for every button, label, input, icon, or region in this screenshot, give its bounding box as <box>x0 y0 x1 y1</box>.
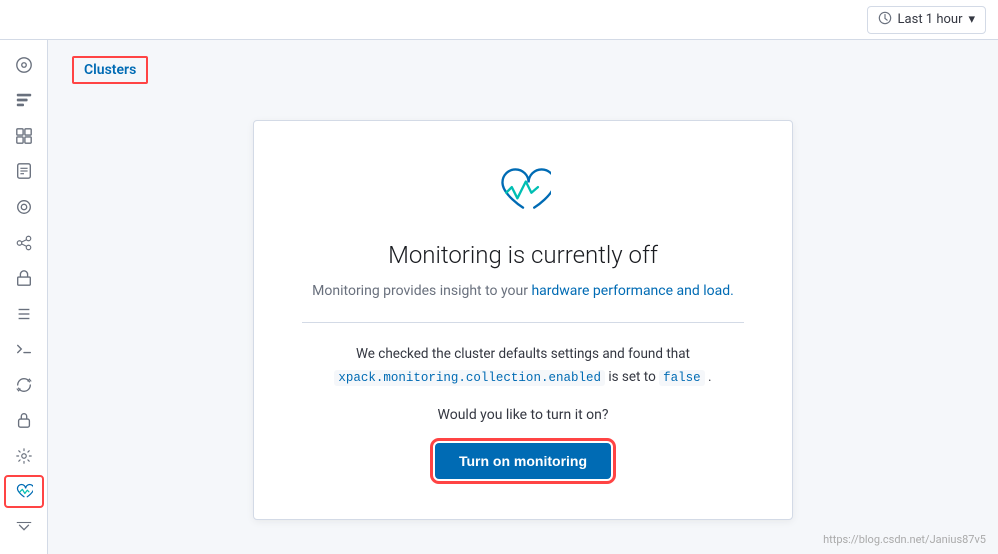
sidebar-item-list[interactable] <box>4 297 44 331</box>
monitoring-card: Monitoring is currently off Monitoring p… <box>253 120 793 520</box>
sidebar-item-logs[interactable] <box>4 155 44 189</box>
info-end: . <box>708 369 712 385</box>
subtitle-link: hardware performance and load. <box>531 283 733 299</box>
card-wrapper: Monitoring is currently off Monitoring p… <box>72 100 974 520</box>
turn-on-monitoring-button[interactable]: Turn on monitoring <box>435 443 611 479</box>
sidebar-item-graph[interactable] <box>4 226 44 260</box>
sidebar-item-discover[interactable] <box>4 190 44 224</box>
sidebar-item-monitoring[interactable] <box>4 475 44 509</box>
sidebar-item-store[interactable] <box>4 261 44 295</box>
chevron-down-icon: ▾ <box>968 12 975 27</box>
time-picker[interactable]: Last 1 hour ▾ <box>867 6 986 34</box>
clock-icon <box>878 11 892 29</box>
sidebar <box>0 40 48 554</box>
card-divider <box>302 322 744 323</box>
info-line1: We checked the cluster defaults settings… <box>356 346 690 362</box>
sidebar-item-lock[interactable] <box>4 403 44 437</box>
card-info: We checked the cluster defaults settings… <box>302 343 744 389</box>
monitor-icon-wrap <box>302 161 744 221</box>
sidebar-item-apm[interactable] <box>4 119 44 153</box>
sidebar-item-collapse[interactable] <box>4 510 44 544</box>
main-content: Clusters Monitoring is currently off Mon… <box>48 40 998 554</box>
card-subtitle: Monitoring provides insight to your hard… <box>302 281 744 302</box>
sidebar-item-sync[interactable] <box>4 368 44 402</box>
sidebar-item-nav[interactable] <box>4 84 44 118</box>
sidebar-item-home[interactable] <box>4 48 44 82</box>
info-middle: is set to <box>608 369 659 385</box>
time-label: Last 1 hour <box>898 12 963 27</box>
subtitle-start: Monitoring provides insight to your <box>312 283 531 299</box>
card-title: Monitoring is currently off <box>302 241 744 269</box>
layout: Clusters Monitoring is currently off Mon… <box>0 40 998 554</box>
breadcrumb[interactable]: Clusters <box>72 56 148 84</box>
sidebar-item-settings[interactable] <box>4 439 44 473</box>
breadcrumb-area: Clusters <box>72 56 974 84</box>
info-code2: false <box>659 370 705 386</box>
sidebar-item-devtools[interactable] <box>4 332 44 366</box>
top-bar: Last 1 hour ▾ <box>0 0 998 40</box>
card-question: Would you like to turn it on? <box>302 407 744 423</box>
info-code: xpack.monitoring.collection.enabled <box>334 370 605 386</box>
